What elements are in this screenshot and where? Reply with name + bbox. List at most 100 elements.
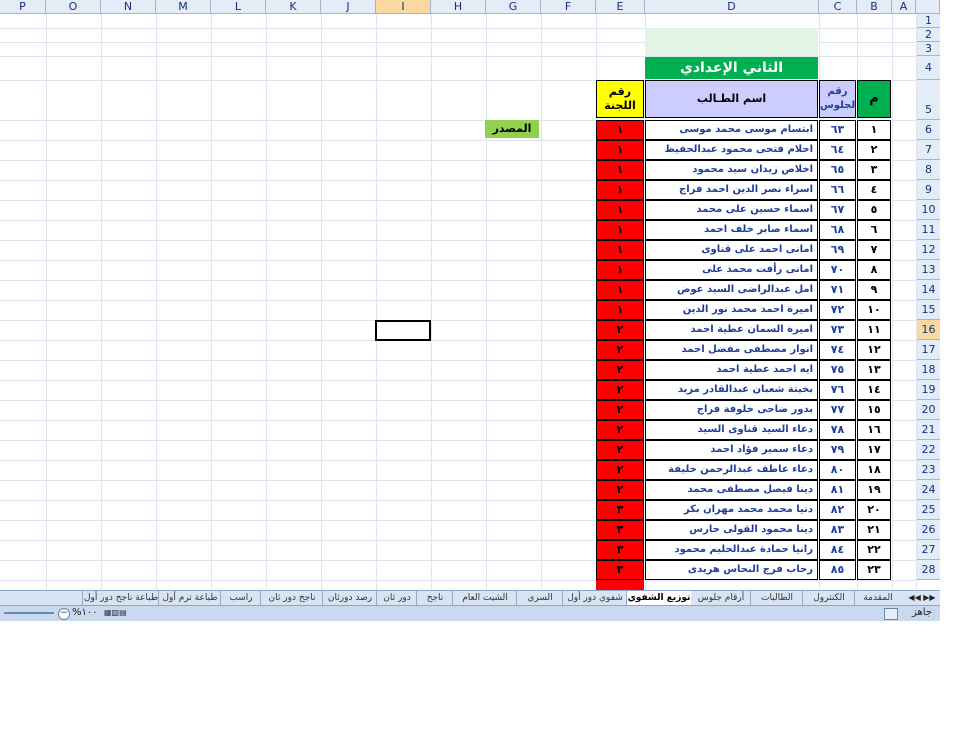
seat-number-cell[interactable]: ٦٦ [819, 180, 856, 200]
committee-cell[interactable]: ٢ [596, 360, 644, 380]
macro-record-icon[interactable] [884, 608, 898, 620]
student-name-cell[interactable]: دينا فيصل مصطفى محمد [645, 480, 818, 500]
committee-cell[interactable]: ٢ [596, 480, 644, 500]
committee-cell[interactable]: ٢ [596, 320, 644, 340]
committee-cell[interactable]: ٢ [596, 460, 644, 480]
row-header[interactable]: 20 [916, 400, 940, 420]
row-number-cell[interactable]: ١٧ [857, 440, 891, 460]
student-name-cell[interactable]: دنيا محمد محمد مهران بكر [645, 500, 818, 520]
seat-number-cell[interactable]: ٦٥ [819, 160, 856, 180]
committee-cell[interactable]: ١ [596, 260, 644, 280]
seat-number-cell[interactable]: ٨٥ [819, 560, 856, 580]
committee-cell[interactable]: ١ [596, 200, 644, 220]
column-header[interactable]: N [101, 0, 156, 14]
spreadsheet-grid[interactable]: PONMLKJIHGFEDCBA 1 2 3 4 5 6 7 8 9 10 11 12 13 14 15 16… [0, 0, 940, 620]
column-header[interactable]: P [0, 0, 46, 14]
student-name-cell[interactable]: بدور ضاحى خلوفة فراج [645, 400, 818, 420]
student-name-cell[interactable]: رانيا حمادة عبدالحليم محمود [645, 540, 818, 560]
seat-number-cell[interactable]: ٧٢ [819, 300, 856, 320]
row-header[interactable]: 16 [916, 320, 940, 340]
seat-number-cell[interactable]: ٨٤ [819, 540, 856, 560]
zoom-out-button[interactable]: − [58, 608, 70, 620]
row-header[interactable]: 7 [916, 140, 940, 160]
row-number-cell[interactable]: ٢٠ [857, 500, 891, 520]
tab-nav-buttons[interactable]: ◀◀ ▶▶ [904, 591, 940, 605]
row-number-cell[interactable]: ٥ [857, 200, 891, 220]
sheet-tab[interactable]: توزيع الشفوي [626, 591, 691, 605]
sheet-tab[interactable]: الكنترول [802, 591, 855, 605]
committee-cell[interactable]: ١ [596, 120, 644, 140]
seat-number-cell[interactable]: ٧٤ [819, 340, 856, 360]
committee-cell[interactable]: ١ [596, 280, 644, 300]
sheet-tab[interactable]: طباعة ترم أول [158, 591, 221, 605]
student-name-cell[interactable]: دينا محمود القولى حارس [645, 520, 818, 540]
sheet-tab[interactable]: رصد دورثان [322, 591, 377, 605]
header-num[interactable]: م [857, 80, 891, 118]
row-number-cell[interactable]: ٧ [857, 240, 891, 260]
committee-cell[interactable]: ١ [596, 160, 644, 180]
student-name-cell[interactable]: بخيتة شعبان عبدالقادر مزيد [645, 380, 818, 400]
student-name-cell[interactable]: اخلاص زيدان سيد محمود [645, 160, 818, 180]
seat-number-cell[interactable]: ٨١ [819, 480, 856, 500]
sheet-tab[interactable]: أرقام جلوس [690, 591, 751, 605]
column-header[interactable]: A [892, 0, 916, 14]
row-number-cell[interactable]: ٤ [857, 180, 891, 200]
committee-cell[interactable]: ١ [596, 220, 644, 240]
student-name-cell[interactable]: احلام فتحى محمود عبدالحفيظ [645, 140, 818, 160]
committee-cell[interactable]: ٣ [596, 540, 644, 560]
seat-number-cell[interactable]: ٦٤ [819, 140, 856, 160]
seat-number-cell[interactable]: ٧٥ [819, 360, 856, 380]
committee-cell[interactable]: ١ [596, 180, 644, 200]
row-header[interactable]: 11 [916, 220, 940, 240]
student-name-cell[interactable]: اسماء صابر خلف احمد [645, 220, 818, 240]
row-number-cell[interactable]: ١٢ [857, 340, 891, 360]
student-name-cell[interactable]: رحاب فرج النحاس هريدى [645, 560, 818, 580]
row-header[interactable]: 8 [916, 160, 940, 180]
seat-number-cell[interactable]: ٦٩ [819, 240, 856, 260]
row-header[interactable]: 22 [916, 440, 940, 460]
row-header[interactable]: 18 [916, 360, 940, 380]
committee-cell[interactable]: ٣ [596, 560, 644, 580]
column-header[interactable]: H [431, 0, 486, 14]
sheet-title[interactable]: الثاني الإعدادي [645, 57, 818, 79]
partial-committee-cell[interactable] [596, 580, 644, 590]
committee-cell[interactable]: ٣ [596, 520, 644, 540]
committee-cell[interactable]: ١ [596, 300, 644, 320]
seat-number-cell[interactable]: ٧٣ [819, 320, 856, 340]
row-header[interactable]: 21 [916, 420, 940, 440]
row-header[interactable]: 23 [916, 460, 940, 480]
sheet-tab[interactable]: السري [516, 591, 563, 605]
sheet-tab[interactable]: طباعة ناجح دور أول [82, 591, 159, 605]
row-number-cell[interactable]: ١٣ [857, 360, 891, 380]
selected-cell[interactable] [375, 320, 431, 341]
column-header[interactable]: D [645, 0, 819, 14]
empty-green-cell[interactable] [645, 28, 818, 56]
seat-number-cell[interactable]: ٧٦ [819, 380, 856, 400]
committee-cell[interactable]: ٢ [596, 420, 644, 440]
sheet-tab[interactable]: ناجح دور ثان [260, 591, 323, 605]
row-number-cell[interactable]: ١ [857, 120, 891, 140]
row-header[interactable]: 27 [916, 540, 940, 560]
row-header[interactable]: 12 [916, 240, 940, 260]
row-header[interactable]: 24 [916, 480, 940, 500]
row-header[interactable]: 28 [916, 560, 940, 580]
row-header[interactable]: 26 [916, 520, 940, 540]
sheet-tab[interactable]: المقدمة [854, 591, 901, 605]
row-header[interactable]: 6 [916, 120, 940, 140]
seat-number-cell[interactable]: ٨٢ [819, 500, 856, 520]
row-number-cell[interactable]: ١٨ [857, 460, 891, 480]
committee-cell[interactable]: ٢ [596, 440, 644, 460]
seat-number-cell[interactable]: ٧٨ [819, 420, 856, 440]
row-header[interactable]: 5 [916, 80, 940, 120]
committee-cell[interactable]: ٢ [596, 340, 644, 360]
column-header[interactable]: F [541, 0, 596, 14]
committee-cell[interactable]: ٣ [596, 500, 644, 520]
column-header[interactable]: C [819, 0, 857, 14]
sheet-tab[interactable]: الطالبات [750, 591, 803, 605]
seat-number-cell[interactable]: ٨٠ [819, 460, 856, 480]
row-number-cell[interactable]: ١٥ [857, 400, 891, 420]
row-number-cell[interactable]: ٢١ [857, 520, 891, 540]
column-header[interactable]: I [376, 0, 431, 14]
select-all-corner[interactable] [916, 0, 940, 14]
seat-number-cell[interactable]: ٧٧ [819, 400, 856, 420]
